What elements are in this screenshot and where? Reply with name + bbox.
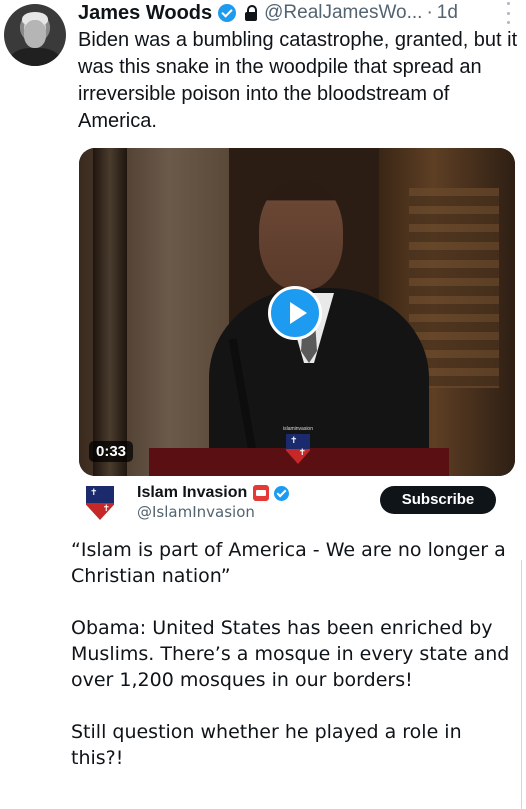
author-avatar[interactable] <box>4 4 66 66</box>
video-duration: 0:33 <box>89 441 134 462</box>
speaker-figure <box>259 180 343 290</box>
verified-badge-icon <box>218 4 237 22</box>
watermark-logo: islaminvasion <box>278 426 318 472</box>
card-body: “Islam is part of America - We are no lo… <box>71 537 511 797</box>
flag-icon <box>253 485 270 501</box>
subscribe-button[interactable]: Subscribe <box>380 486 496 514</box>
verified-badge-icon <box>274 485 290 501</box>
card-paragraph: Still question whether he played a role … <box>71 721 462 769</box>
card-handle[interactable]: @IslamInvasion <box>137 503 255 521</box>
play-icon[interactable] <box>268 286 322 340</box>
author-handle[interactable]: @RealJamesWo... <box>264 2 422 24</box>
card-paragraph: “Islam is part of America - We are no lo… <box>71 539 506 587</box>
scroll-edge <box>521 560 522 809</box>
card-paragraph: Obama: United States has been enriched b… <box>71 617 510 691</box>
tweet: James Woods @RealJamesWo... · 1d Biden w… <box>0 0 526 809</box>
post-time[interactable]: 1d <box>437 2 458 24</box>
tweet-text: Biden was a bumbling catastrophe, grante… <box>78 29 518 132</box>
card-avatar[interactable] <box>79 482 121 524</box>
card-name-label[interactable]: Islam Invasion <box>137 484 247 502</box>
more-icon[interactable] <box>505 2 511 24</box>
card-account-name[interactable]: Islam Invasion <box>137 484 290 502</box>
separator-dot: · <box>426 2 433 23</box>
tweet-header: James Woods @RealJamesWo... · 1d <box>78 0 458 26</box>
author-name[interactable]: James Woods <box>78 2 212 25</box>
lock-icon <box>244 5 258 21</box>
